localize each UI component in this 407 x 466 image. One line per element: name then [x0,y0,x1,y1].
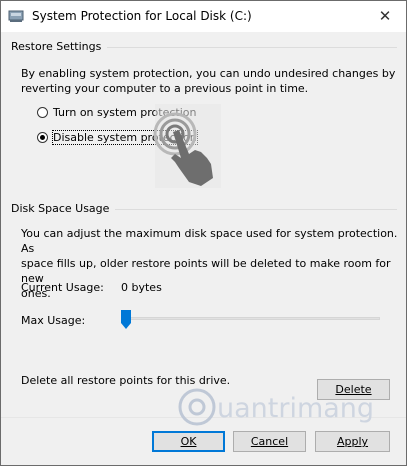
restore-settings-heading: Restore Settings [11,40,108,53]
radio-button-selected[interactable] [37,132,48,143]
apply-button[interactable]: Apply [315,431,390,452]
watermark-logo: uantrimang [178,388,374,426]
close-icon: ✕ [378,7,392,25]
svg-text:uantrimang: uantrimang [217,393,374,424]
cancel-button[interactable]: Cancel [233,431,306,452]
restore-settings-description: By enabling system protection, you can u… [21,67,396,95]
title-bar: System Protection for Local Disk (C:) ✕ [1,1,406,32]
drive-protection-icon [8,10,24,22]
close-button[interactable]: ✕ [372,5,398,27]
window-title: System Protection for Local Disk (C:) [32,9,252,23]
radio-button[interactable] [37,107,48,118]
current-usage-value: 0 bytes [121,281,162,294]
max-usage-label: Max Usage: [21,314,86,327]
current-usage-label: Current Usage: [21,281,104,294]
slider-thumb[interactable] [121,310,131,329]
dialog-window: System Protection for Local Disk (C:) ✕ … [0,0,407,466]
disk-space-heading: Disk Space Usage [11,202,116,215]
group-divider [101,47,397,48]
max-usage-slider[interactable] [126,317,380,320]
touch-hand-icon [153,104,221,188]
ok-button[interactable]: OK [152,431,225,452]
group-divider [103,209,397,210]
